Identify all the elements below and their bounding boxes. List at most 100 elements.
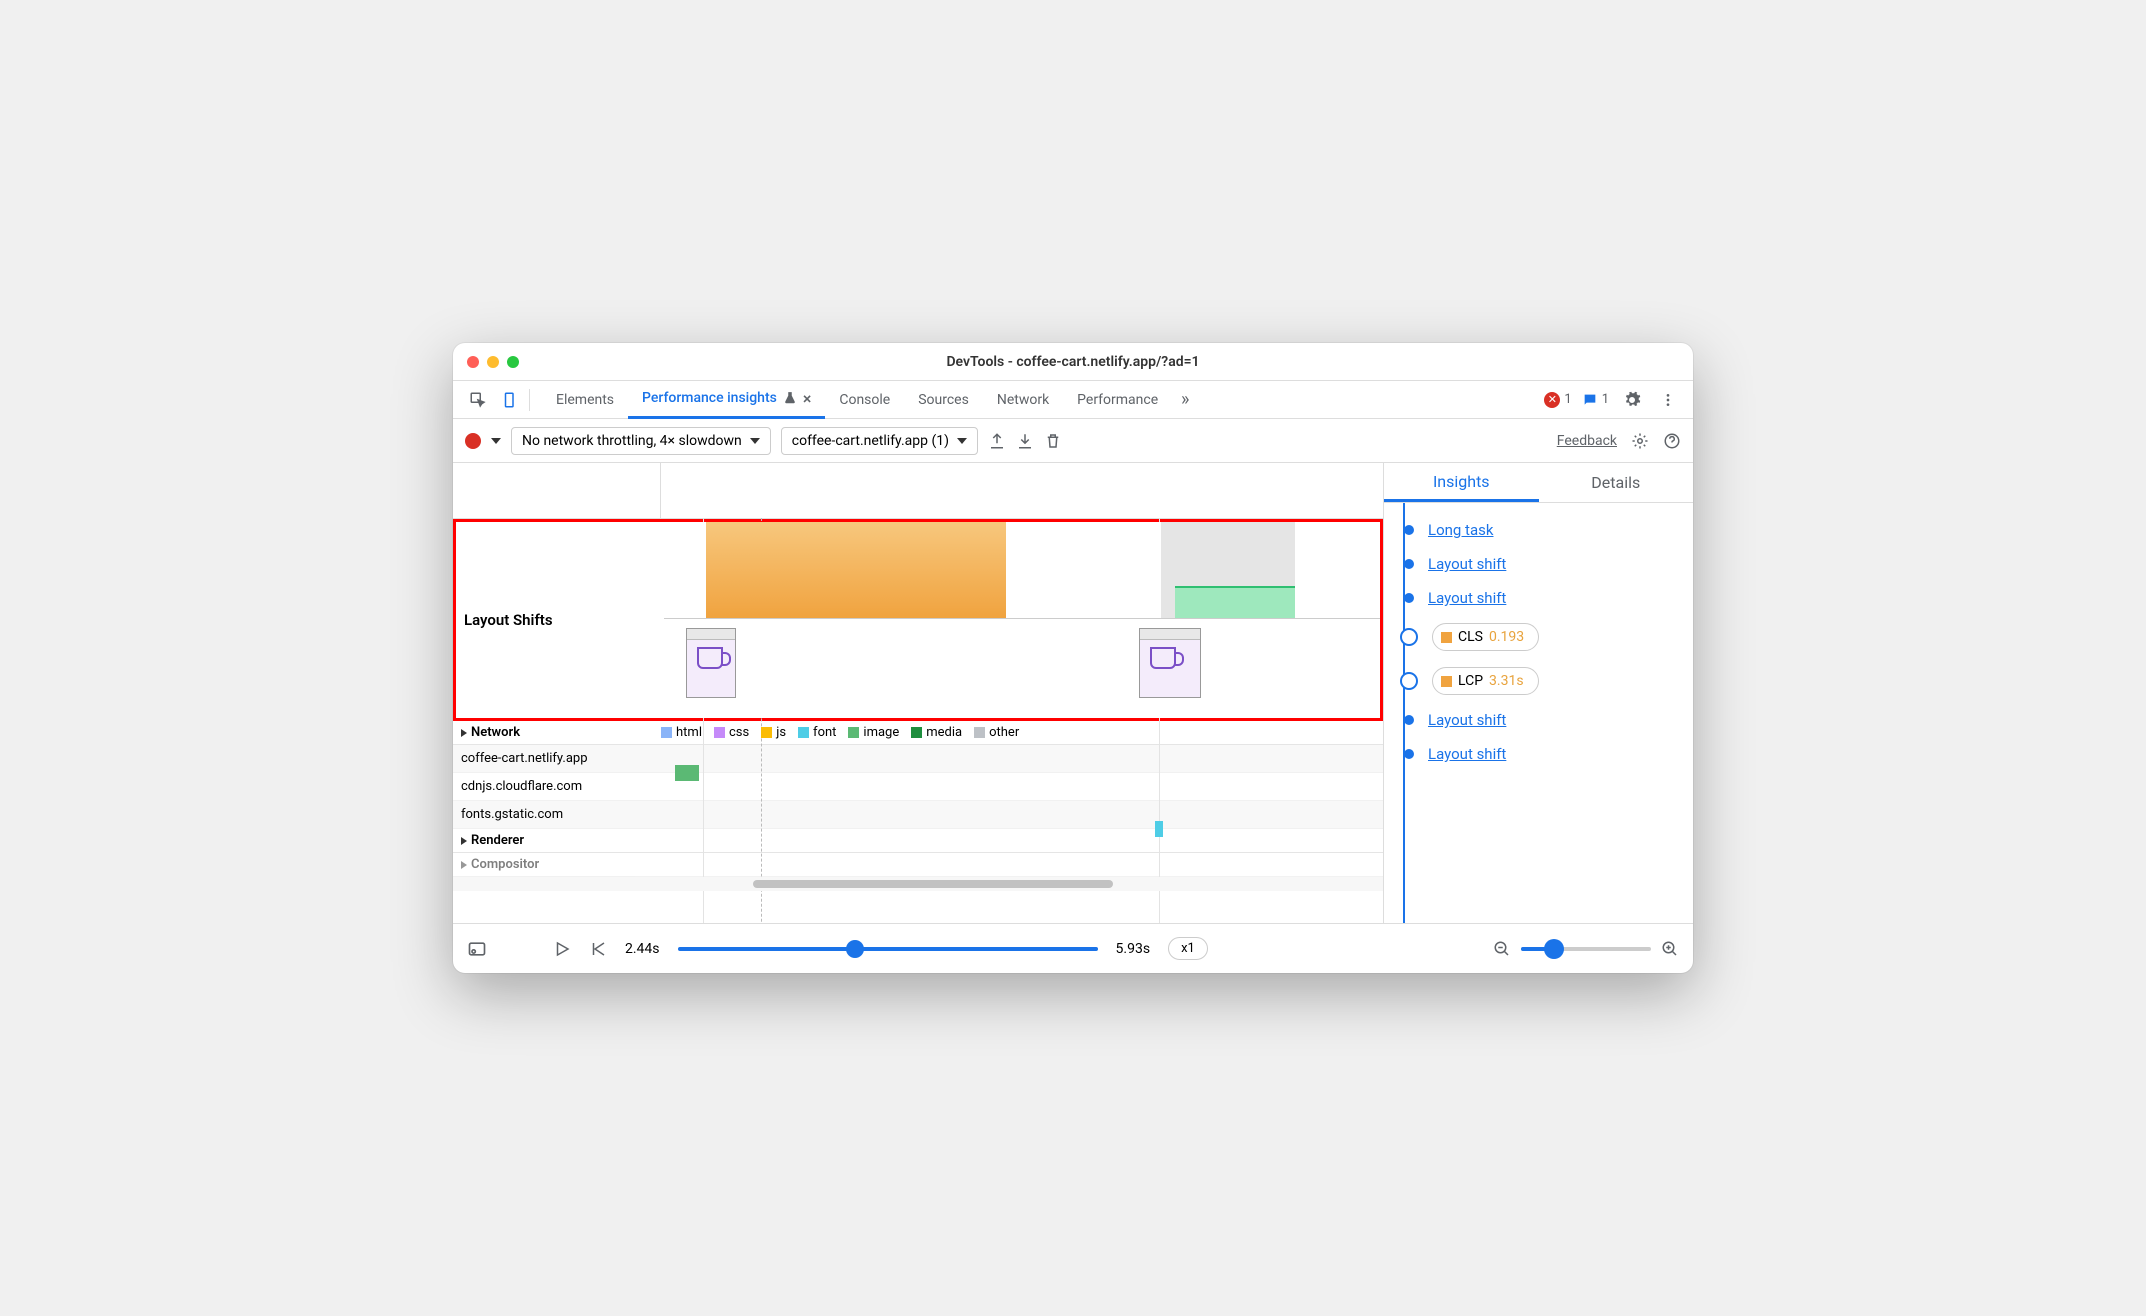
insight-cls[interactable]: CLS 0.193: [1390, 615, 1681, 659]
titlebar: DevTools - coffee-cart.netlify.app/?ad=1: [453, 343, 1693, 381]
compositor-section-header[interactable]: Compositor: [453, 853, 1383, 877]
slider-thumb[interactable]: [846, 940, 864, 958]
insight-item[interactable]: Layout shift: [1390, 547, 1681, 581]
tab-elements[interactable]: Elements: [542, 381, 628, 419]
timeline-main: 3,200ms 4,000ms 4,800ms LCP Layout Shift…: [453, 463, 1383, 923]
insight-layout-shift[interactable]: Layout shift: [1428, 711, 1506, 729]
insight-long-task[interactable]: Long task: [1428, 521, 1493, 539]
message-count: 1: [1602, 392, 1609, 407]
record-options-dropdown[interactable]: [491, 438, 501, 444]
minimize-window-button[interactable]: [487, 356, 499, 368]
network-origin: coffee-cart.netlify.app: [453, 747, 661, 770]
panel-settings-icon[interactable]: [1631, 432, 1649, 450]
time-end: 5.93s: [1116, 941, 1151, 957]
insight-item[interactable]: Layout shift: [1390, 581, 1681, 615]
close-tab-icon[interactable]: ×: [803, 389, 812, 408]
renderer-section-header[interactable]: Renderer: [453, 829, 1383, 853]
legend-js: js: [776, 725, 786, 740]
import-icon[interactable]: [1016, 432, 1034, 450]
zoom-slider[interactable]: [1521, 947, 1651, 951]
legend-html: html: [676, 725, 702, 740]
flask-icon: [783, 391, 797, 405]
tab-insights[interactable]: Insights: [1384, 463, 1539, 502]
lcp-chip[interactable]: LCP 3.31s: [1432, 667, 1539, 695]
layout-shift-block[interactable]: [1175, 586, 1295, 618]
expand-icon: [461, 837, 467, 845]
recording-select[interactable]: coffee-cart.netlify.app (1): [781, 427, 978, 455]
horizontal-scrollbar[interactable]: [453, 877, 1383, 891]
block-gray: [1175, 522, 1295, 586]
tab-performance-insights[interactable]: Performance insights ×: [628, 381, 825, 419]
speed-pill[interactable]: x1: [1168, 937, 1208, 960]
export-icon[interactable]: [988, 432, 1006, 450]
expand-icon: [461, 861, 467, 869]
layout-shifts-track[interactable]: [664, 522, 1380, 718]
cls-swatch: [1441, 632, 1452, 643]
lcp-swatch: [1441, 676, 1452, 687]
zoom-out-icon[interactable]: [1493, 940, 1511, 958]
network-row[interactable]: coffee-cart.netlify.app: [453, 745, 1383, 773]
lcp-label: LCP: [1458, 673, 1483, 689]
network-row[interactable]: cdnjs.cloudflare.com: [453, 773, 1383, 801]
renderer-label: Renderer: [471, 833, 524, 848]
zoom-thumb[interactable]: [1544, 939, 1564, 959]
insight-item[interactable]: Layout shift: [1390, 737, 1681, 771]
insight-item[interactable]: Layout shift: [1390, 703, 1681, 737]
legend-other: other: [989, 725, 1019, 740]
close-window-button[interactable]: [467, 356, 479, 368]
inspect-element-icon[interactable]: [465, 387, 491, 413]
chevron-down-icon: [750, 438, 760, 444]
network-origin: cdnjs.cloudflare.com: [453, 775, 661, 798]
more-tabs-icon[interactable]: »: [1172, 387, 1198, 413]
insight-layout-shift[interactable]: Layout shift: [1428, 555, 1506, 573]
play-icon[interactable]: [553, 940, 571, 958]
time-ruler[interactable]: 3,200ms 4,000ms 4,800ms LCP: [453, 463, 1383, 519]
feedback-link[interactable]: Feedback: [1557, 433, 1617, 449]
zoom-in-icon[interactable]: [1661, 940, 1679, 958]
delete-icon[interactable]: [1044, 432, 1062, 450]
layout-shift-block[interactable]: [706, 522, 1006, 618]
help-icon[interactable]: [1663, 432, 1681, 450]
toggle-screenshot-icon[interactable]: [467, 939, 487, 959]
network-row[interactable]: fonts.gstatic.com: [453, 801, 1383, 829]
insights-list[interactable]: Long task Layout shift Layout shift CLS …: [1384, 503, 1693, 923]
chevron-down-icon: [957, 438, 967, 444]
maximize-window-button[interactable]: [507, 356, 519, 368]
cls-chip[interactable]: CLS 0.193: [1432, 623, 1539, 651]
network-origin: fonts.gstatic.com: [453, 803, 661, 826]
playback-slider[interactable]: [678, 947, 1098, 951]
kebab-menu-icon[interactable]: [1655, 387, 1681, 413]
time-start: 2.44s: [625, 941, 660, 957]
compositor-label: Compositor: [471, 857, 539, 872]
tab-network[interactable]: Network: [983, 381, 1063, 419]
error-badge[interactable]: ✕ 1: [1544, 392, 1571, 408]
insight-item[interactable]: Long task: [1390, 513, 1681, 547]
layout-shifts-row-highlighted: Layout Shifts: [453, 519, 1383, 721]
screenshot-thumbnail[interactable]: [1139, 628, 1201, 698]
tab-performance[interactable]: Performance: [1063, 381, 1172, 419]
record-button[interactable]: [465, 433, 481, 449]
devtools-window: DevTools - coffee-cart.netlify.app/?ad=1…: [453, 343, 1693, 973]
expand-icon: [461, 729, 467, 737]
cls-label: CLS: [1458, 629, 1483, 645]
network-section-header[interactable]: Network html css js font image media oth…: [453, 721, 1383, 745]
sidebar-tabs: Insights Details: [1384, 463, 1693, 503]
device-toolbar-icon[interactable]: [497, 387, 523, 413]
rewind-icon[interactable]: [589, 940, 607, 958]
legend-font: font: [813, 725, 836, 740]
legend-media: media: [926, 725, 962, 740]
insights-sidebar: Insights Details Long task Layout shift …: [1383, 463, 1693, 923]
messages-badge[interactable]: 1: [1582, 392, 1609, 408]
request-bar-image[interactable]: [675, 765, 699, 781]
insight-lcp[interactable]: LCP 3.31s: [1390, 659, 1681, 703]
insight-layout-shift[interactable]: Layout shift: [1428, 745, 1506, 763]
tab-details[interactable]: Details: [1539, 463, 1694, 502]
settings-gear-icon[interactable]: [1619, 387, 1645, 413]
screenshot-thumbnail[interactable]: [686, 628, 736, 698]
layout-shifts-label: Layout Shifts: [456, 522, 664, 718]
insight-layout-shift[interactable]: Layout shift: [1428, 589, 1506, 607]
tab-console[interactable]: Console: [825, 381, 904, 419]
scrollbar-handle[interactable]: [753, 880, 1113, 888]
throttle-select[interactable]: No network throttling, 4× slowdown: [511, 427, 771, 455]
tab-sources[interactable]: Sources: [904, 381, 983, 419]
